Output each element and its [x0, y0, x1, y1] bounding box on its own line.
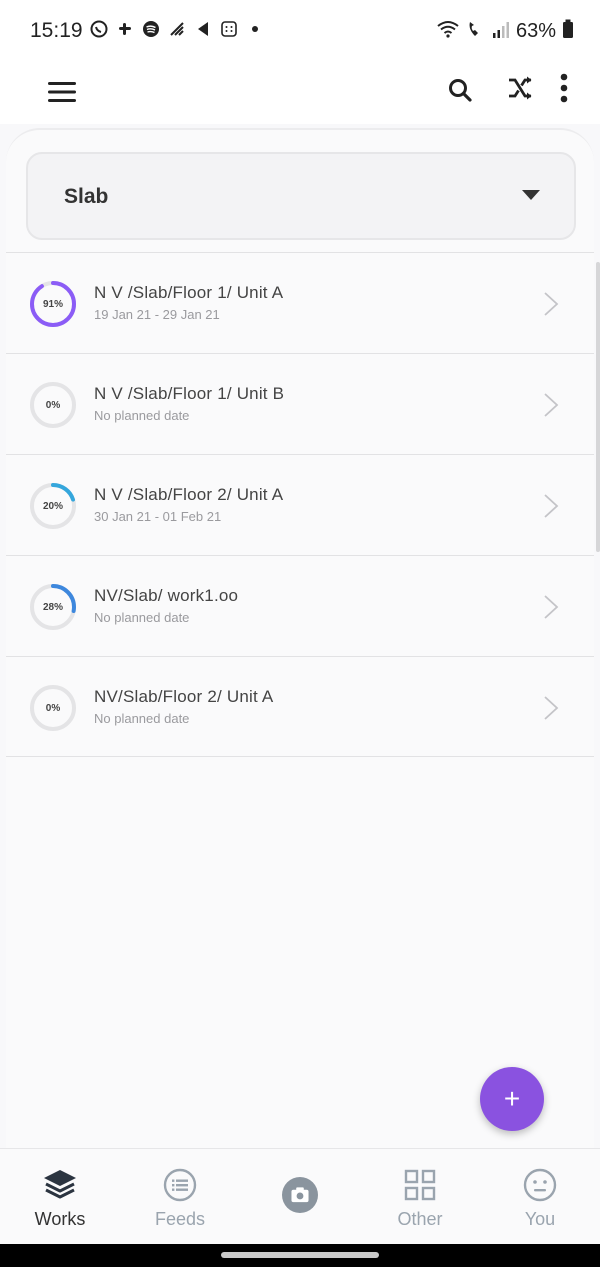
scrollbar[interactable]: [596, 262, 600, 552]
more-notifications-dot-icon: [246, 20, 264, 38]
caret-down-icon: [522, 190, 540, 200]
volte-call-icon: [466, 19, 486, 44]
status-time: 15:19: [30, 19, 83, 42]
work-list-item[interactable]: 91% N V /Slab/Floor 1/ Unit A 19 Jan 21 …: [6, 252, 594, 353]
system-gesture-bar: [0, 1244, 600, 1267]
notification-icons: [90, 20, 264, 38]
menu-button[interactable]: [44, 76, 80, 108]
chevron-right-icon: [544, 696, 559, 720]
progress-percentage: 28%: [42, 601, 63, 613]
more-options-button[interactable]: [553, 70, 575, 106]
nav-item-other[interactable]: Other: [360, 1149, 480, 1245]
list-circle-icon: [162, 1167, 198, 1203]
dropdown-selected-value: Slab: [64, 185, 109, 208]
work-list-item[interactable]: 0% NV/Slab/Floor 2/ Unit A No planned da…: [6, 656, 594, 757]
work-title: N V /Slab/Floor 1/ Unit A: [94, 283, 284, 302]
chevron-right-icon: [544, 494, 559, 518]
work-list-item[interactable]: 20% N V /Slab/Floor 2/ Unit A 30 Jan 21 …: [6, 454, 594, 555]
wifi-icon: [436, 19, 460, 44]
nav-item-feeds[interactable]: Feeds: [120, 1149, 240, 1245]
nav-label: Works: [34, 1209, 86, 1229]
progress-percentage: 0%: [45, 702, 61, 714]
work-date-range: No planned date: [94, 711, 190, 726]
back-arrow-app-icon: [194, 20, 212, 38]
work-date-range: No planned date: [94, 408, 190, 423]
work-list-item[interactable]: 0% N V /Slab/Floor 1/ Unit B No planned …: [6, 353, 594, 454]
grid-icon: [402, 1167, 438, 1203]
search-button[interactable]: [444, 74, 476, 106]
nav-item-camera[interactable]: [240, 1149, 360, 1245]
progress-percentage: 91%: [42, 298, 63, 310]
face-icon: [522, 1167, 558, 1203]
whatsapp-icon: [90, 20, 108, 38]
work-date-range: No planned date: [94, 610, 190, 625]
work-title: NV/Slab/ work1.oo: [94, 586, 239, 605]
chevron-right-icon: [544, 393, 559, 417]
plus-icon: +: [503, 1083, 521, 1114]
work-date-range: 30 Jan 21 - 01 Feb 21: [94, 509, 222, 524]
nav-item-you[interactable]: You: [480, 1149, 600, 1245]
signal-stripes-icon: [168, 20, 186, 38]
battery-percentage: 63%: [515, 20, 556, 42]
category-dropdown[interactable]: Slab: [26, 152, 576, 240]
works-sheet: Slab 91% N V /Slab/Floor 1/ Unit A 19 Ja…: [6, 128, 594, 1148]
work-title: N V /Slab/Floor 2/ Unit A: [94, 485, 284, 504]
add-work-button[interactable]: +: [480, 1067, 544, 1131]
bottom-navigation: Works Feeds Other You: [0, 1148, 600, 1244]
works-list: 91% N V /Slab/Floor 1/ Unit A 19 Jan 21 …: [6, 252, 594, 757]
status-bar: 15:19 63%: [0, 0, 600, 62]
nav-label: Other: [397, 1209, 443, 1229]
work-title: NV/Slab/Floor 2/ Unit A: [94, 687, 274, 706]
calculator-icon: [220, 20, 238, 38]
search-icon: [449, 79, 472, 102]
shuffle-icon: [509, 76, 532, 100]
more-vertical-icon: [560, 73, 568, 103]
camera-icon: [282, 1177, 318, 1213]
spotify-icon: [142, 20, 160, 38]
progress-percentage: 20%: [42, 500, 63, 512]
nav-label: Feeds: [154, 1209, 206, 1229]
nav-item-works[interactable]: Works: [0, 1149, 120, 1245]
progress-percentage: 0%: [45, 399, 61, 411]
home-indicator[interactable]: [221, 1252, 379, 1258]
chevron-right-icon: [544, 595, 559, 619]
app-bar: [0, 62, 600, 124]
work-date-range: 19 Jan 21 - 29 Jan 21: [94, 307, 220, 322]
work-list-item[interactable]: 28% NV/Slab/ work1.oo No planned date: [6, 555, 594, 656]
content-area: Slab 91% N V /Slab/Floor 1/ Unit A 19 Ja…: [0, 124, 600, 1148]
nav-label: You: [524, 1209, 556, 1229]
battery-icon: [562, 19, 574, 44]
work-title: N V /Slab/Floor 1/ Unit B: [94, 384, 285, 403]
slack-icon: [116, 20, 134, 38]
cell-signal-icon: [492, 19, 510, 44]
chevron-right-icon: [544, 292, 559, 316]
hamburger-menu-icon: [48, 82, 76, 102]
layers-icon: [42, 1167, 78, 1203]
shuffle-button[interactable]: [503, 72, 537, 104]
status-right-icons: 63%: [436, 19, 574, 44]
